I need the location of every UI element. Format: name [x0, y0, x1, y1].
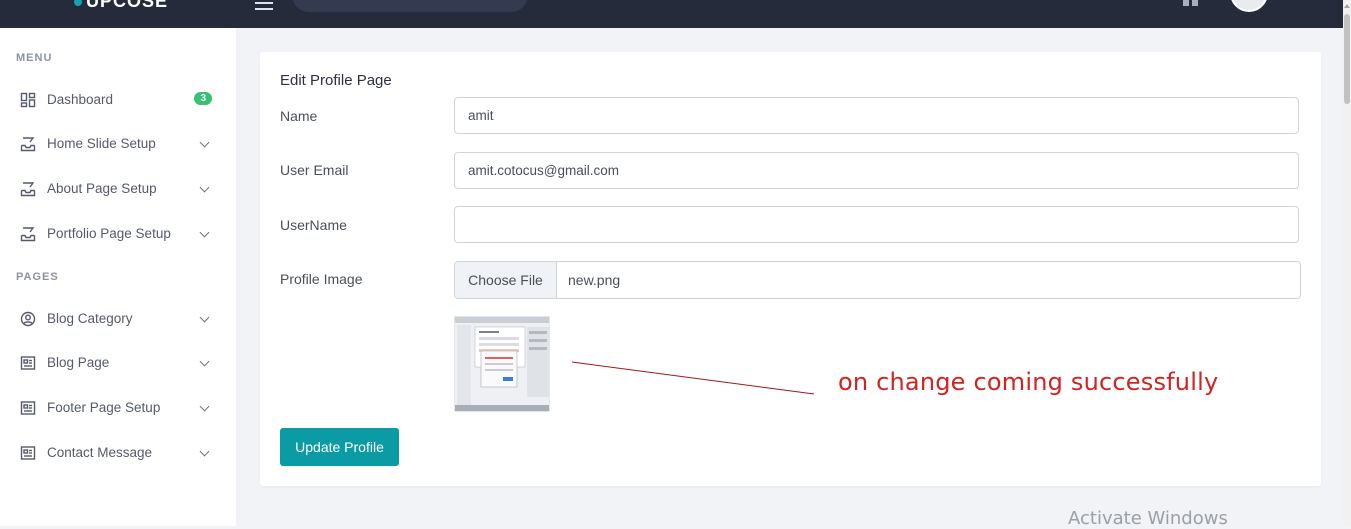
- annotation-text: on change coming successfully: [838, 368, 1219, 396]
- annotation-arrow-line: [571, 361, 815, 395]
